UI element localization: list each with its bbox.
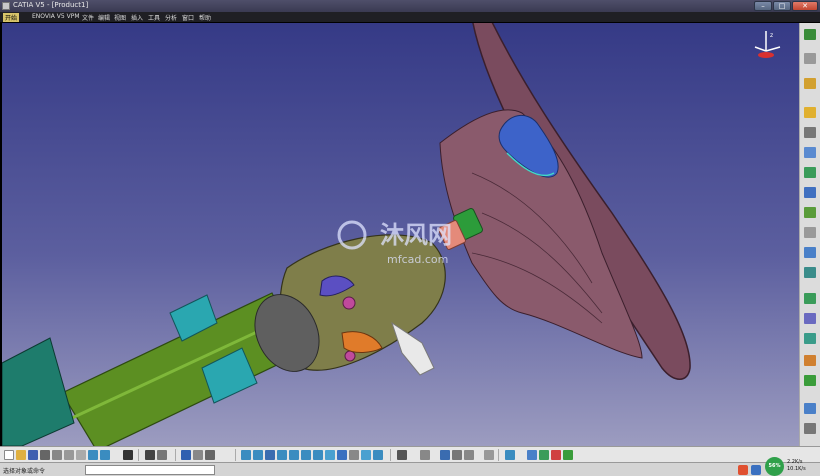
render-icon[interactable]	[505, 450, 515, 460]
catia-app-icon[interactable]	[2, 2, 10, 10]
swap-space-icon[interactable]	[361, 450, 371, 460]
analysis-icon[interactable]	[804, 423, 816, 434]
menu-file[interactable]: 文件	[82, 13, 94, 22]
command-input[interactable]	[85, 465, 215, 475]
catalog-browser-icon[interactable]	[205, 450, 215, 460]
menu-help[interactable]: 帮助	[199, 13, 211, 22]
normal-view-icon[interactable]	[313, 450, 323, 460]
update-icon[interactable]	[804, 375, 816, 386]
maximize-button[interactable]: □	[773, 1, 791, 11]
constraint-icon[interactable]	[804, 187, 816, 198]
window-title: CATIA V5 - [Product1]	[13, 1, 89, 9]
catalog-icon[interactable]	[804, 403, 816, 414]
angle-icon[interactable]	[804, 355, 816, 366]
snap-icon[interactable]	[804, 207, 816, 218]
apply-material-icon[interactable]	[539, 450, 549, 460]
network-monitor-badge[interactable]: 56%	[765, 457, 784, 476]
clash-icon[interactable]	[804, 247, 816, 258]
shading-icon[interactable]	[337, 450, 347, 460]
status-bar: 选择对象或命令	[0, 462, 820, 476]
menu-tools[interactable]: 工具	[148, 13, 160, 22]
redo-icon[interactable]	[100, 450, 110, 460]
select-icon[interactable]	[804, 78, 816, 89]
toolbar-separator	[138, 449, 139, 461]
3d-viewport[interactable]: 沐风网 mfcad.com z	[2, 23, 799, 446]
right-toolbar	[799, 23, 820, 446]
workbench-icon[interactable]	[804, 29, 816, 40]
zoom-in-icon[interactable]	[289, 450, 299, 460]
component-icon[interactable]	[804, 147, 816, 158]
menu-window[interactable]: 窗口	[182, 13, 194, 22]
menu-start[interactable]: 开始	[3, 13, 20, 22]
menu-bar: 开始 ENOVIA V5 VPM 文件 编辑 视图 插入 工具 分析 窗口 帮助	[0, 12, 820, 22]
toolbar-separator	[175, 449, 176, 461]
snapshot-icon[interactable]	[193, 450, 203, 460]
toolbar-separator	[235, 449, 236, 461]
measure-icon[interactable]	[804, 267, 816, 278]
undo-icon[interactable]	[88, 450, 98, 460]
iso-view-icon[interactable]	[325, 450, 335, 460]
multi-view-icon[interactable]	[373, 450, 383, 460]
save-icon[interactable]	[28, 450, 38, 460]
bom-icon[interactable]	[484, 450, 494, 460]
open-icon[interactable]	[16, 450, 26, 460]
part-icon[interactable]	[804, 127, 816, 138]
measure-between-icon[interactable]	[397, 450, 407, 460]
product-icon[interactable]	[804, 53, 816, 64]
menu-view[interactable]: 视图	[114, 13, 126, 22]
watermark-brand: 沐风网	[380, 221, 452, 249]
compass-z-label: z	[770, 32, 773, 39]
zoom-out-icon[interactable]	[301, 450, 311, 460]
fit-all-icon[interactable]	[253, 450, 263, 460]
distance-icon[interactable]	[452, 450, 462, 460]
minimize-button[interactable]: –	[754, 1, 772, 11]
tree-icon[interactable]	[181, 450, 191, 460]
menu-edit[interactable]: 编辑	[98, 13, 110, 22]
menu-enovia[interactable]: ENOVIA V5 VPM	[32, 13, 80, 20]
hide-show-icon[interactable]	[349, 450, 359, 460]
menu-insert[interactable]: 插入	[131, 13, 143, 22]
environment-icon[interactable]	[563, 450, 573, 460]
menu-analysis[interactable]: 分析	[165, 13, 177, 22]
copy-icon[interactable]	[64, 450, 74, 460]
network-rates: 2.2K/s 10.1K/s	[787, 459, 806, 473]
material-icon[interactable]	[527, 450, 537, 460]
rotate-icon[interactable]	[277, 450, 287, 460]
cut-icon[interactable]	[52, 450, 62, 460]
toolbar-separator	[498, 449, 499, 461]
new-icon[interactable]	[4, 450, 14, 460]
section-icon[interactable]	[420, 450, 430, 460]
print-icon[interactable]	[40, 450, 50, 460]
lighting-icon[interactable]	[551, 450, 561, 460]
steering-assembly-model[interactable]: 沐风网 mfcad.com	[2, 23, 799, 446]
pan-icon[interactable]	[265, 450, 275, 460]
cursor-icon[interactable]	[804, 107, 816, 118]
paste-icon[interactable]	[76, 450, 86, 460]
steering-wheel[interactable]	[439, 23, 691, 380]
status-prompt: 选择对象或命令	[3, 468, 46, 475]
column-base-plate	[2, 337, 75, 446]
assembly-icon[interactable]	[804, 167, 816, 178]
formula-icon[interactable]	[145, 450, 155, 460]
contact-icon[interactable]	[804, 313, 816, 324]
clash-analysis-icon[interactable]	[440, 450, 450, 460]
upload-rate: 2.2K/s	[787, 459, 803, 465]
fix-icon[interactable]	[804, 293, 816, 304]
sectioning-icon[interactable]	[464, 450, 474, 460]
toolbar-separator	[390, 449, 391, 461]
whats-this-icon[interactable]	[123, 450, 133, 460]
offset-icon[interactable]	[804, 333, 816, 344]
close-button[interactable]: ✕	[792, 1, 818, 11]
title-bar: CATIA V5 - [Product1] – □ ✕	[0, 0, 820, 12]
tray-language-icon[interactable]	[751, 465, 761, 475]
comment-icon[interactable]	[157, 450, 167, 460]
watermark-url: mfcad.com	[387, 253, 448, 266]
fly-icon[interactable]	[241, 450, 251, 460]
explode-icon[interactable]	[804, 227, 816, 238]
download-rate: 10.1K/s	[787, 466, 806, 472]
tray-input-icon[interactable]	[738, 465, 748, 475]
compass-widget[interactable]: z	[752, 27, 784, 61]
bottom-toolbar	[0, 446, 820, 462]
